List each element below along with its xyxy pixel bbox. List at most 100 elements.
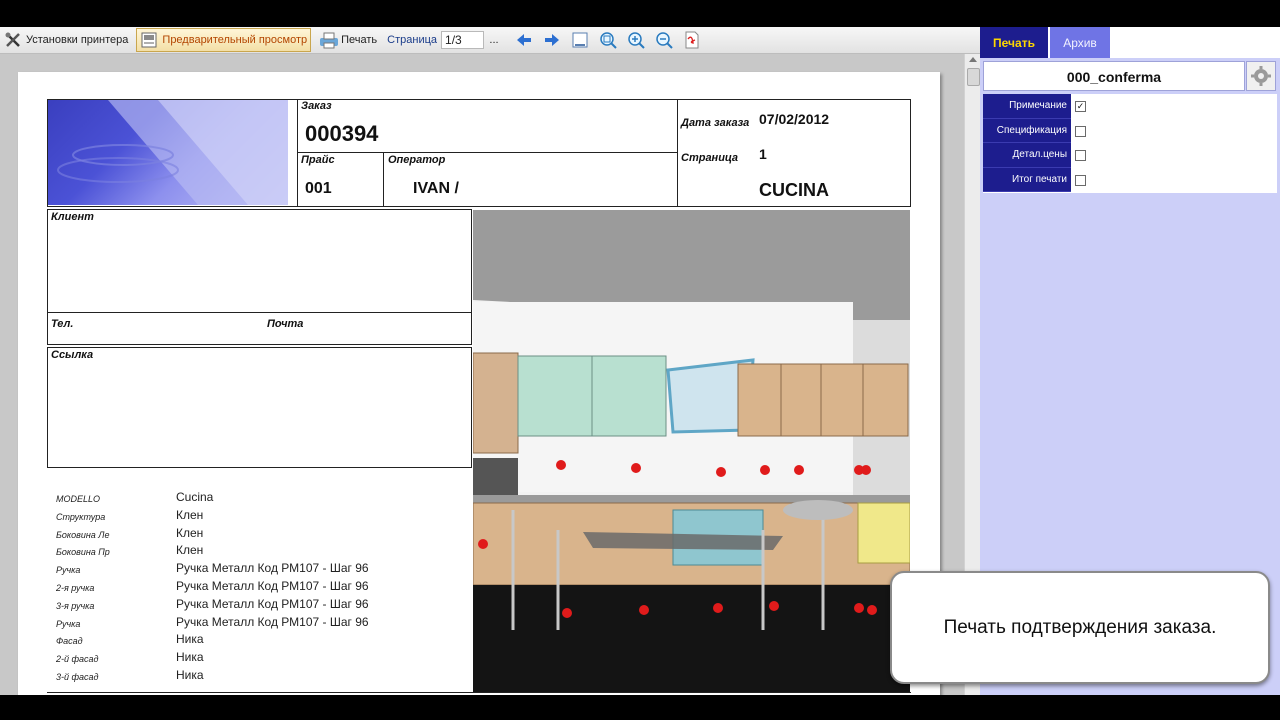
- fit-page-button[interactable]: [568, 29, 592, 51]
- spec-row: 2-й фасад Ника: [56, 650, 456, 668]
- zoom-fit-icon: [600, 32, 617, 49]
- spec-row: MODELLO Cucina: [56, 490, 456, 508]
- page-icon: [572, 32, 588, 48]
- zoom-in-button[interactable]: [624, 29, 648, 51]
- page-label: Страница: [387, 34, 438, 46]
- preview-label: Предварительный просмотр: [162, 34, 308, 46]
- spec-row: 3-й фасад Ника: [56, 668, 456, 686]
- zoom-out-button[interactable]: [652, 29, 676, 51]
- spec-key: 3-я ручка: [56, 600, 95, 611]
- arrow-right-icon: [545, 34, 560, 46]
- gear-icon: [1251, 66, 1271, 86]
- option-row: Детал.цены: [983, 143, 1277, 168]
- spec-key: Фасад: [56, 636, 83, 647]
- spec-value: Ручка Металл Код РМ107 - Шаг 96: [176, 561, 369, 576]
- price-details-checkbox[interactable]: [1075, 150, 1086, 161]
- spec-key: 2-й фасад: [56, 654, 99, 665]
- room-value: CUCINA: [759, 180, 829, 200]
- specification-checkbox[interactable]: [1075, 125, 1086, 137]
- tools-icon: [4, 31, 22, 49]
- spec-value: Ручка Металл Код РМ107 - Шаг 96: [176, 596, 369, 611]
- page-number-value: 1: [759, 146, 767, 162]
- operator-value: IVAN /: [413, 180, 459, 197]
- spec-key: MODELLO: [56, 494, 101, 504]
- arrow-left-icon: [517, 34, 532, 46]
- spec-row: Фасад Ника: [56, 632, 456, 650]
- spec-value: Ника: [176, 650, 204, 665]
- spec-row: 2-я ручка Ручка Металл Код РМ107 - Шаг 96: [56, 579, 456, 597]
- spec-value: Cucina: [176, 490, 214, 504]
- page-number-label: Страница: [681, 152, 739, 164]
- caption-text: Печать подтверждения заказа.: [943, 616, 1217, 638]
- scrollbar-thumb[interactable]: [967, 68, 980, 86]
- zoom-out-icon: [656, 32, 673, 49]
- order-date-label: Дата заказа: [681, 117, 750, 129]
- tab-print[interactable]: Печать: [980, 27, 1048, 58]
- spec-key: Боковина Ле: [56, 529, 110, 540]
- spec-value: Ручка Металл Код РМ107 - Шаг 96: [176, 614, 369, 629]
- spec-row: Структура Клен: [56, 508, 456, 526]
- option-label: Итог печати: [983, 167, 1071, 192]
- option-label: Спецификация: [983, 118, 1071, 143]
- order-label: Заказ: [301, 100, 332, 112]
- scroll-up-icon[interactable]: [969, 57, 977, 62]
- spec-row: Боковина Пр Клен: [56, 543, 456, 561]
- preview-icon: [140, 31, 158, 49]
- price-value: 001: [305, 180, 332, 197]
- document-viewport[interactable]: Заказ 000394 Прайс 001 Оператор IVAN / Д…: [0, 54, 964, 695]
- panel-tabs: Печать Архив: [980, 27, 1280, 58]
- template-name[interactable]: 000_conferma: [983, 61, 1245, 91]
- option-row: Примечание ✓: [983, 94, 1277, 119]
- spec-value: Ручка Металл Код РМ107 - Шаг 96: [176, 578, 369, 593]
- zoom-fit-button[interactable]: [596, 29, 620, 51]
- preview-button[interactable]: Предварительный просмотр: [136, 28, 312, 52]
- printer-setup-button[interactable]: Установки принтера: [0, 28, 132, 52]
- spec-key: Ручка: [56, 565, 81, 576]
- company-logo: [48, 100, 288, 205]
- option-row: Итог печати: [983, 167, 1277, 192]
- print-button[interactable]: Печать: [315, 28, 381, 52]
- tab-archive[interactable]: Архив: [1050, 27, 1110, 58]
- spec-row: Ручка Ручка Металл Код РМ107 - Шаг 96: [56, 561, 456, 579]
- spec-key: 3-й фасад: [56, 671, 99, 682]
- print-options-list: Примечание ✓ Спецификация Детал.цены Ито…: [983, 94, 1277, 193]
- client-box: [47, 209, 472, 313]
- spec-key: Ручка: [56, 618, 81, 629]
- contact-box: [47, 312, 472, 345]
- next-page-button[interactable]: [540, 29, 564, 51]
- spec-value: Клен: [176, 507, 204, 522]
- reference-label: Ссылка: [51, 349, 94, 361]
- print-total-checkbox[interactable]: [1075, 174, 1086, 186]
- spec-value: Клен: [176, 543, 204, 558]
- option-row: Спецификация: [983, 118, 1277, 143]
- page-input[interactable]: 1/3: [441, 31, 485, 49]
- option-label: Примечание: [983, 94, 1071, 119]
- printer-icon: [319, 31, 339, 49]
- order-number: 000394: [305, 121, 379, 146]
- option-label: Детал.цены: [983, 143, 1071, 168]
- spec-row: Ручка Ручка Металл Код РМ107 - Шаг 96: [56, 615, 456, 633]
- export-pdf-button[interactable]: [680, 29, 704, 51]
- printer-setup-label: Установки принтера: [26, 34, 129, 46]
- page-more-button[interactable]: ...: [484, 34, 504, 46]
- pdf-icon: [685, 31, 699, 49]
- template-settings-button[interactable]: [1246, 61, 1276, 91]
- zoom-in-icon: [628, 32, 645, 49]
- spec-value: Ника: [176, 632, 204, 647]
- client-label: Клиент: [51, 211, 94, 223]
- kitchen-render-image: [473, 210, 910, 692]
- spec-value: Ника: [176, 667, 204, 682]
- spec-key: 2-я ручка: [56, 582, 95, 593]
- spec-key: Структура: [56, 511, 106, 522]
- report-page: Заказ 000394 Прайс 001 Оператор IVAN / Д…: [18, 72, 940, 695]
- spec-list: MODELLO Cucina Структура Клен Боковина Ле К…: [56, 490, 456, 686]
- prev-page-button[interactable]: [512, 29, 536, 51]
- note-checkbox[interactable]: ✓: [1075, 101, 1086, 112]
- spec-row: Боковина Ле Клен: [56, 526, 456, 544]
- spec-value: Клен: [176, 525, 204, 540]
- order-date-value: 07/02/2012: [759, 111, 830, 127]
- price-label: Прайс: [301, 154, 335, 166]
- email-label: Почта: [267, 318, 304, 330]
- spec-row: 3-я ручка Ручка Металл Код РМ107 - Шаг 96: [56, 597, 456, 615]
- phone-label: Тел.: [51, 318, 74, 330]
